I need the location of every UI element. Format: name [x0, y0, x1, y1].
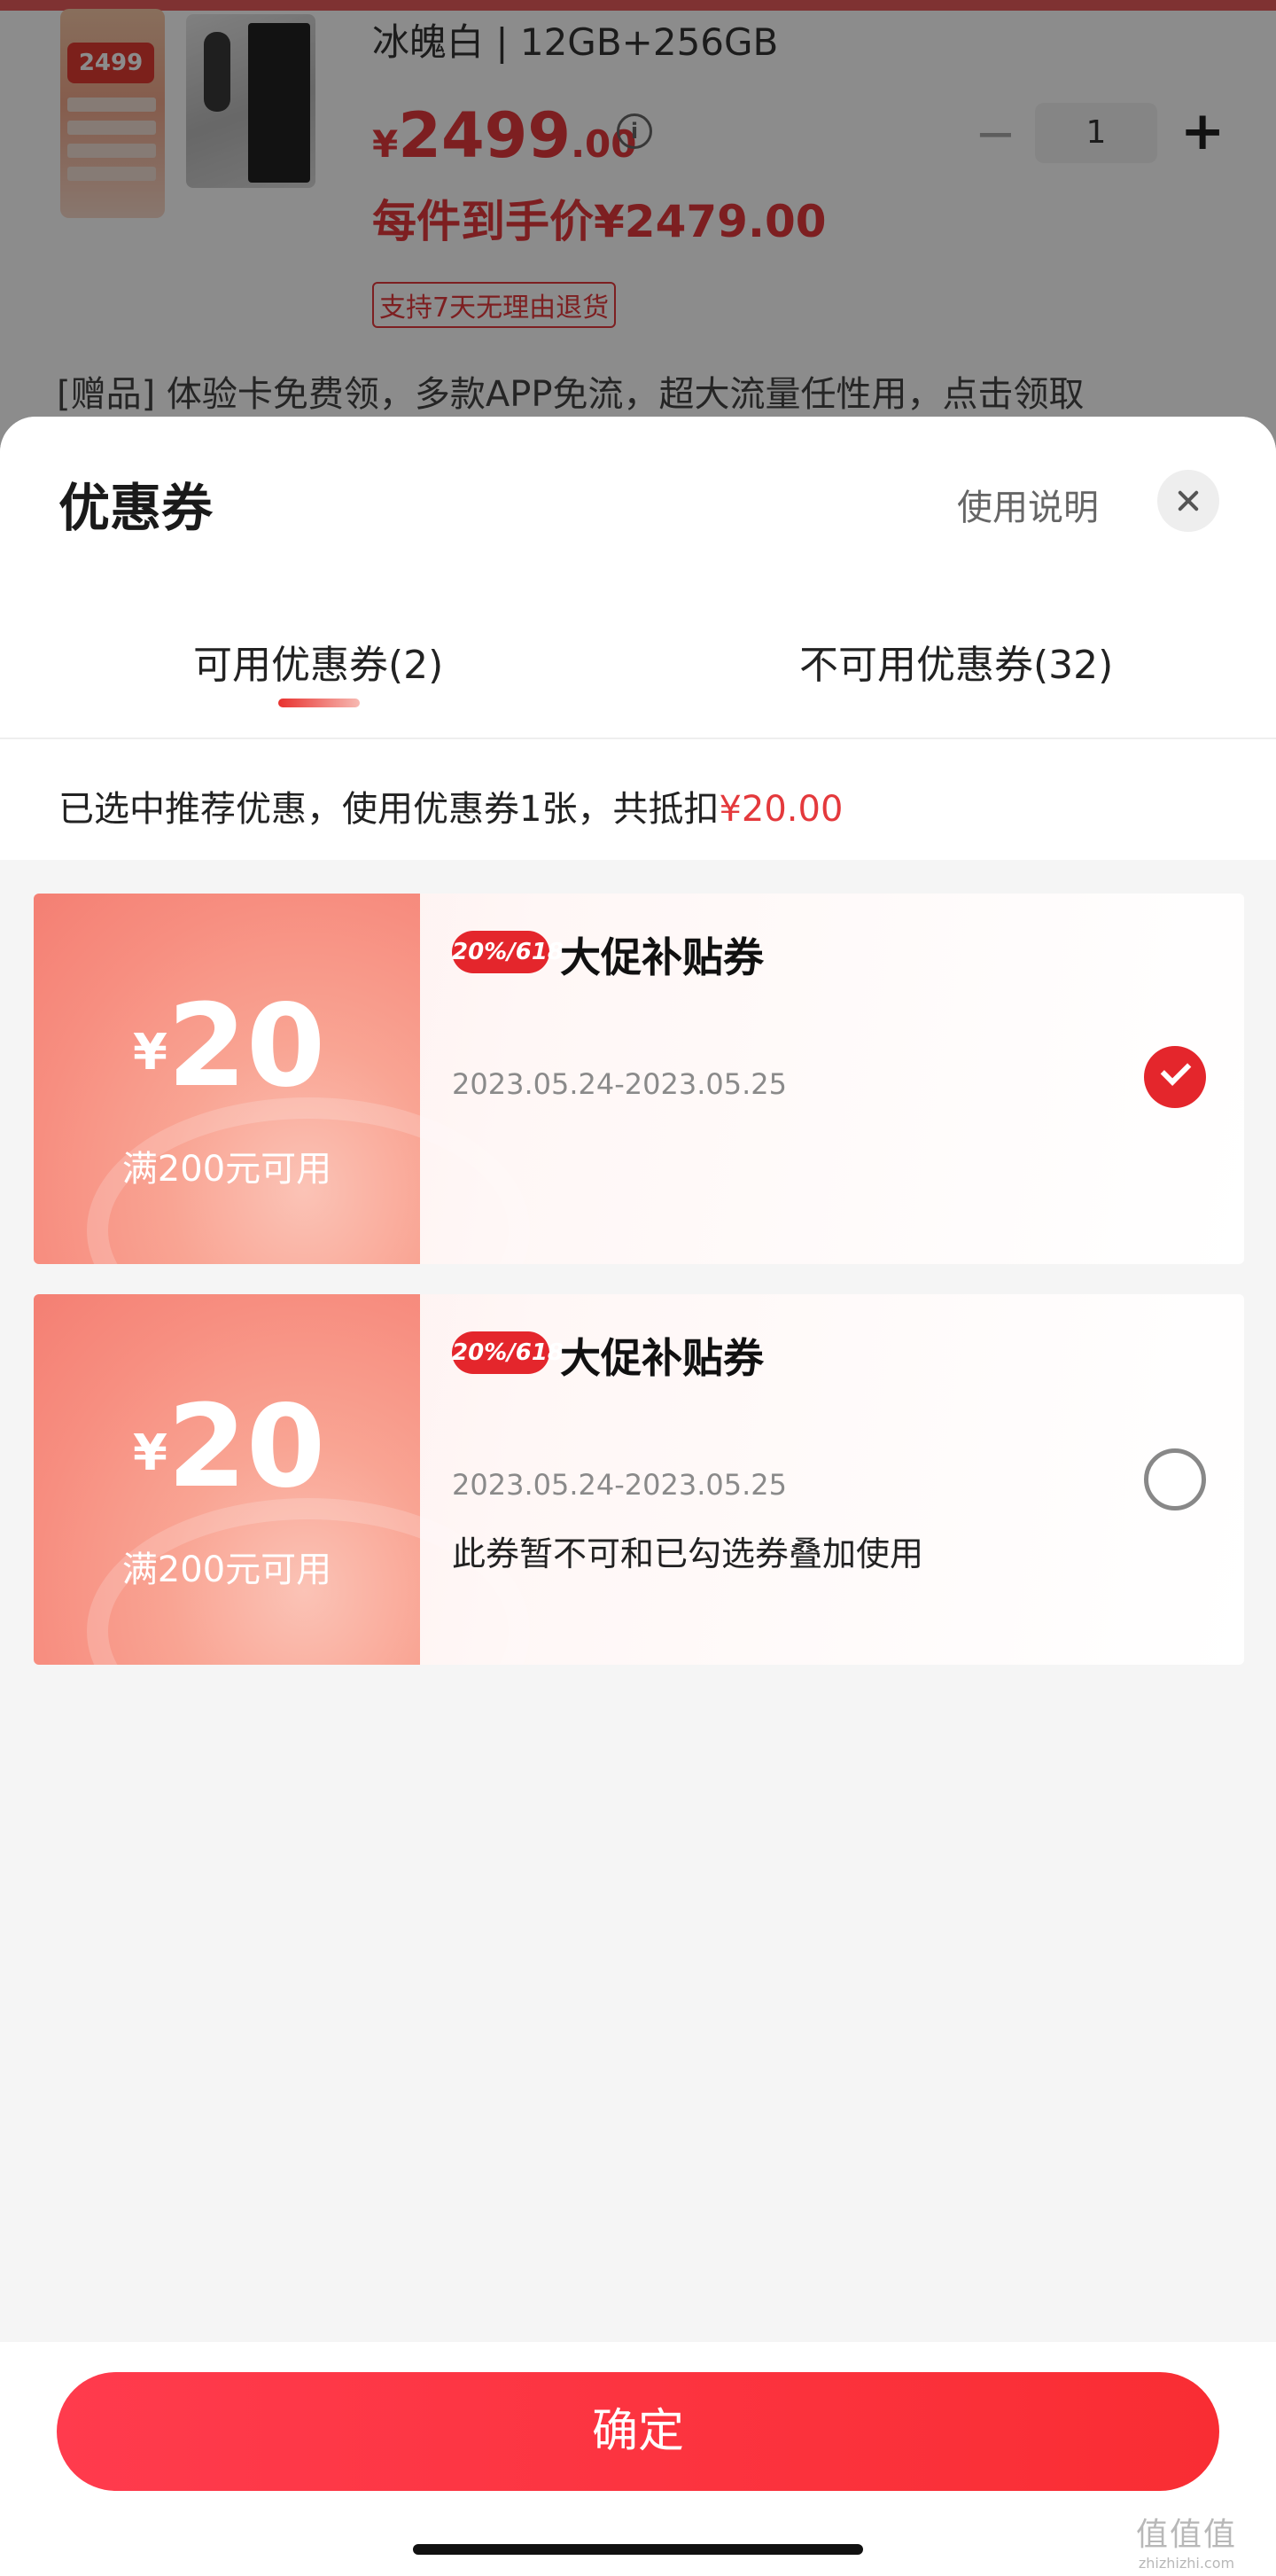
coupon-name: 大促补贴券	[560, 1334, 764, 1382]
radio-unchecked-icon[interactable]	[1144, 1448, 1206, 1510]
coupon-amount: ¥20	[133, 1390, 325, 1505]
watermark-url: zhizhizhi.com	[1138, 2555, 1235, 2572]
confirm-button[interactable]: 确定	[57, 2372, 1219, 2491]
coupon-sheet: 优惠券 使用说明 可用优惠券(2) 不可用优惠券(32) 已选中推荐优惠，使用优…	[0, 417, 1276, 2576]
coupon-card[interactable]: ¥20 满200元可用 20%/618 大促补贴券 2023.05.24-202…	[34, 1294, 1244, 1665]
usage-instructions-link[interactable]: 使用说明	[957, 479, 1099, 530]
home-indicator[interactable]	[413, 2544, 863, 2555]
coupon-value: 20	[167, 980, 326, 1112]
summary-amount: ¥20.00	[719, 789, 844, 830]
coupon-value-panel: ¥20 满200元可用	[34, 894, 530, 1264]
coupon-condition: 满200元可用	[121, 1550, 332, 1590]
promo-618-badge: 20%/618	[452, 1331, 564, 1374]
coupon-currency: ¥	[133, 1024, 167, 1081]
coupon-value: 20	[167, 1381, 326, 1513]
coupon-card[interactable]: ¥20 满200元可用 20%/618 大促补贴券 2023.05.24-202…	[34, 894, 1244, 1264]
tab-unavailable-coupons[interactable]: 不可用优惠券(32)	[799, 633, 1113, 690]
watermark: 值值值 zhizhizhi.com	[1136, 2509, 1237, 2572]
coupon-amount: ¥20	[133, 989, 325, 1105]
coupon-name: 大促补贴券	[560, 933, 764, 981]
active-tab-indicator	[278, 699, 360, 707]
promo-618-badge: 20%/618	[452, 931, 564, 973]
checkmark-icon[interactable]	[1144, 1046, 1206, 1108]
tab-available-coupons[interactable]: 可用优惠券(2)	[193, 633, 443, 690]
coupon-note: 此券暂不可和已勾选券叠加使用	[452, 1534, 924, 1573]
summary-text: 已选中推荐优惠，使用优惠券1张，共抵扣	[58, 789, 720, 830]
selection-summary: 已选中推荐优惠，使用优惠券1张，共抵扣¥20.00	[58, 780, 843, 831]
product-page-background: 2499 冰魄白 | 12GB+256GB ¥2499.00 i − 1 + 每…	[0, 0, 1276, 461]
divider	[0, 738, 1276, 739]
coupon-validity: 2023.05.24-2023.05.25	[452, 1067, 787, 1101]
close-icon[interactable]	[1157, 470, 1219, 532]
watermark-logo: 值值值	[1136, 2517, 1238, 2553]
modal-overlay[interactable]	[0, 0, 1276, 461]
sheet-header: 优惠券 使用说明 可用优惠券(2) 不可用优惠券(32) 已选中推荐优惠，使用优…	[0, 417, 1276, 860]
coupon-currency: ¥	[133, 1425, 167, 1482]
sheet-title: 优惠券	[58, 478, 214, 538]
coupon-validity: 2023.05.24-2023.05.25	[452, 1468, 787, 1502]
coupon-condition: 满200元可用	[121, 1149, 332, 1190]
coupon-value-panel: ¥20 满200元可用	[34, 1294, 530, 1665]
